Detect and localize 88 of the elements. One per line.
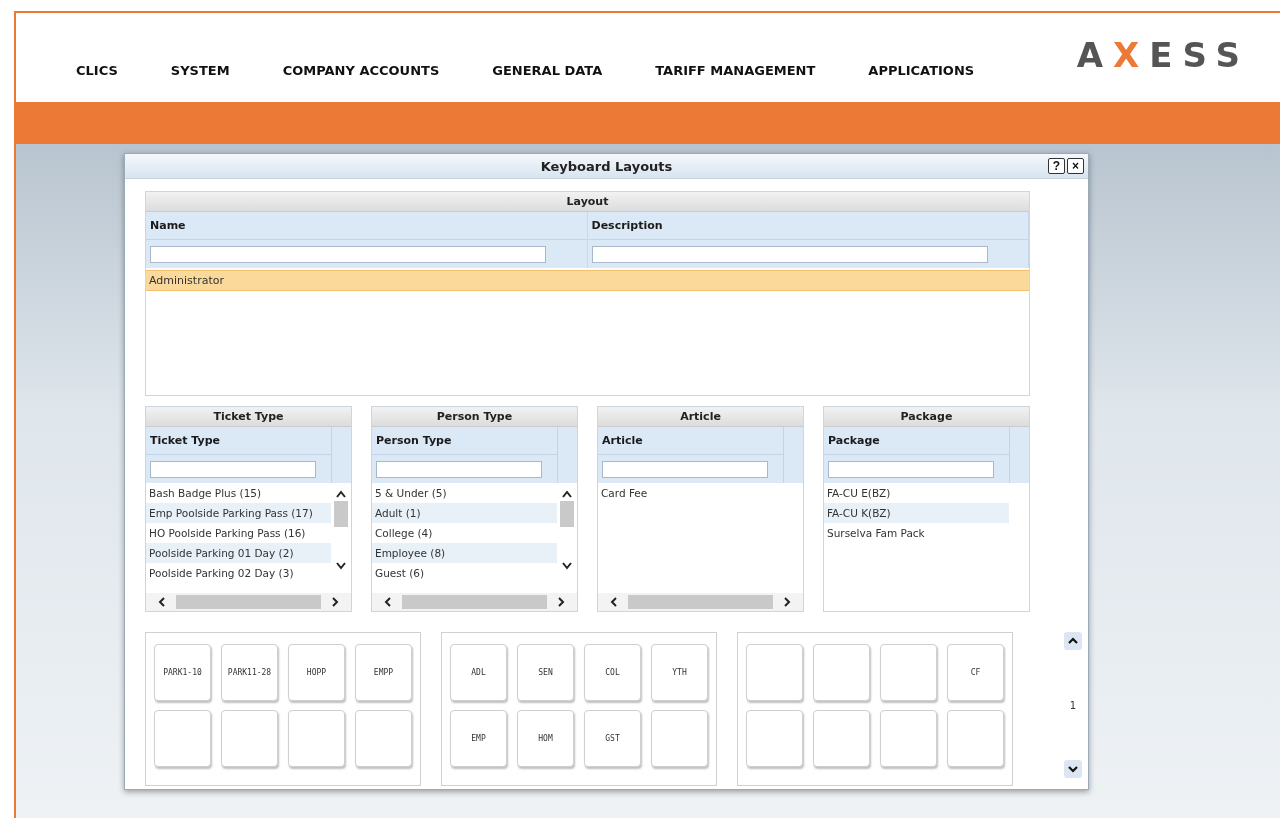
- list-item[interactable]: College (4): [372, 523, 557, 543]
- panel-title: Person Type: [372, 407, 577, 427]
- empty-key[interactable]: [154, 710, 211, 767]
- help-button[interactable]: ?: [1048, 158, 1065, 174]
- list-item[interactable]: Employee (8): [372, 543, 557, 563]
- scrollbar-thumb[interactable]: [560, 501, 574, 527]
- page-number: 1: [1069, 699, 1077, 711]
- list-item[interactable]: Poolside Parking 02 Day (3): [146, 563, 331, 583]
- scrollbar-thumb[interactable]: [334, 501, 348, 527]
- empty-key[interactable]: [880, 644, 937, 701]
- scroll-right-icon[interactable]: [555, 596, 567, 608]
- keypad-key[interactable]: HOPP: [288, 644, 345, 701]
- list-item[interactable]: FA-CU E(BZ): [824, 483, 1009, 503]
- section-header: Layout: [146, 192, 1029, 212]
- keypad-key[interactable]: COL: [584, 644, 641, 701]
- empty-key[interactable]: [746, 644, 803, 701]
- column-header[interactable]: Name: [146, 212, 587, 240]
- scroll-down-icon[interactable]: [561, 561, 573, 571]
- nav-menu-item[interactable]: SYSTEM: [170, 63, 230, 78]
- panel-title: Article: [598, 407, 803, 427]
- empty-key[interactable]: [288, 710, 345, 767]
- scroll-up-icon[interactable]: [561, 489, 573, 499]
- page-down-button[interactable]: [1064, 760, 1082, 778]
- filter-input[interactable]: [376, 460, 542, 478]
- panel-title: Package: [824, 407, 1029, 427]
- scroll-up-icon[interactable]: [335, 489, 347, 499]
- scrollbar-thumb[interactable]: [628, 595, 773, 609]
- page-up-button[interactable]: [1064, 632, 1082, 650]
- scroll-left-icon[interactable]: [382, 596, 394, 608]
- filter-input[interactable]: [602, 460, 768, 478]
- table-row[interactable]: Administrator: [146, 270, 1029, 291]
- list-item[interactable]: Bash Badge Plus (15): [146, 483, 331, 503]
- column-header[interactable]: Package: [824, 427, 1009, 455]
- keypad-key[interactable]: SEN: [517, 644, 574, 701]
- horizontal-scrollbar[interactable]: [146, 593, 351, 611]
- scroll-right-icon[interactable]: [329, 596, 341, 608]
- scrollbar-thumb[interactable]: [402, 595, 547, 609]
- keypad-key[interactable]: GST: [584, 710, 641, 767]
- filter-input[interactable]: [591, 245, 988, 263]
- empty-key[interactable]: [813, 710, 870, 767]
- scroll-down-icon[interactable]: [335, 561, 347, 571]
- nav-menu-item[interactable]: APPLICATIONS: [868, 63, 975, 78]
- nav-menu-item[interactable]: CLICS: [76, 63, 118, 78]
- empty-key[interactable]: [813, 644, 870, 701]
- keypad-key[interactable]: ADL: [450, 644, 507, 701]
- chevron-up-icon: [1068, 637, 1078, 645]
- filter-input[interactable]: [828, 460, 994, 478]
- nav-menu-item[interactable]: TARIFF MANAGEMENT: [655, 63, 816, 78]
- list-item[interactable]: Poolside Parking 01 Day (2): [146, 543, 331, 563]
- scroll-left-icon[interactable]: [156, 596, 168, 608]
- scrollbar-thumb[interactable]: [176, 595, 321, 609]
- scroll-right-icon[interactable]: [781, 596, 793, 608]
- column-header[interactable]: Person Type: [372, 427, 557, 455]
- chevron-down-icon: [1068, 765, 1078, 773]
- close-button[interactable]: ×: [1067, 158, 1084, 174]
- empty-key[interactable]: [746, 710, 803, 767]
- list-item[interactable]: 5 & Under (5): [372, 483, 557, 503]
- keypad-key[interactable]: EMPP: [355, 644, 412, 701]
- panel-title: Ticket Type: [146, 407, 351, 427]
- keypad-key[interactable]: EMP: [450, 710, 507, 767]
- keypad-key[interactable]: YTH: [651, 644, 708, 701]
- list-item[interactable]: Emp Poolside Parking Pass (17): [146, 503, 331, 523]
- list-item[interactable]: FA-CU K(BZ): [824, 503, 1009, 523]
- empty-key[interactable]: [355, 710, 412, 767]
- filter-input[interactable]: [150, 460, 316, 478]
- horizontal-scrollbar[interactable]: [372, 593, 577, 611]
- empty-key[interactable]: [221, 710, 278, 767]
- empty-key[interactable]: [651, 710, 708, 767]
- list-item[interactable]: Surselva Fam Pack: [824, 523, 1009, 543]
- column-header[interactable]: Description: [587, 212, 1028, 240]
- nav-menu-item[interactable]: GENERAL DATA: [492, 63, 603, 78]
- column-header[interactable]: Article: [598, 427, 783, 455]
- list-item[interactable]: Adult (1): [372, 503, 557, 523]
- list-item[interactable]: Card Fee: [598, 483, 783, 503]
- dialog-title: Keyboard Layouts: [540, 158, 673, 174]
- keypad-key[interactable]: PARK1-10: [154, 644, 211, 701]
- scroll-left-icon[interactable]: [608, 596, 620, 608]
- empty-key[interactable]: [947, 710, 1004, 767]
- keypad-key[interactable]: PARK11-28: [221, 644, 278, 701]
- horizontal-scrollbar[interactable]: [598, 593, 803, 611]
- nav-menu-item[interactable]: COMPANY ACCOUNTS: [282, 63, 440, 78]
- list-item[interactable]: Guest (6): [372, 563, 557, 583]
- filter-input[interactable]: [150, 245, 546, 263]
- keypad-key[interactable]: HOM: [517, 710, 574, 767]
- empty-key[interactable]: [880, 710, 937, 767]
- column-header[interactable]: Ticket Type: [146, 427, 331, 455]
- keypad-key[interactable]: CF: [947, 644, 1004, 701]
- list-item[interactable]: HO Poolside Parking Pass (16): [146, 523, 331, 543]
